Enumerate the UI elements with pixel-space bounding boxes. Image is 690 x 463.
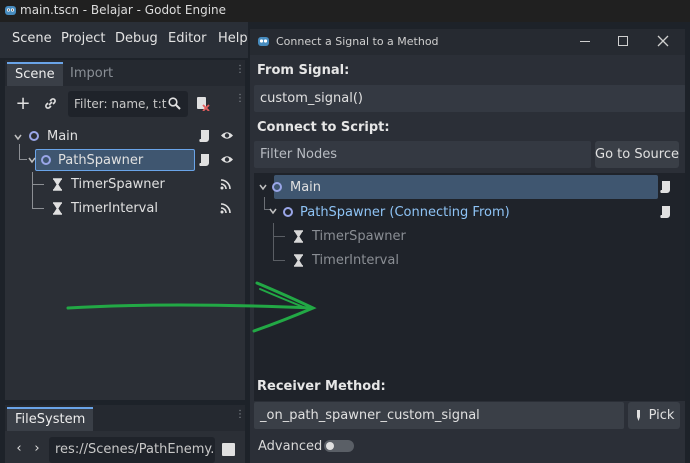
right-edge-strip (685, 29, 690, 463)
toggle-knob (326, 442, 334, 450)
dialog-titlebar: Connect a Signal to a Method (250, 29, 690, 55)
connect-tree-item-label: TimerInterval (312, 252, 399, 268)
dock-menu-kebab-icon[interactable]: ⋮ (235, 410, 245, 426)
filesystem-path-input[interactable]: res://Scenes/PathEnemy.gd (49, 437, 215, 463)
tab-filesystem[interactable]: FileSystem (7, 407, 94, 431)
scene-dock: Scene Import ⋮ + Filter: name, t:t ⋮ Mai… (5, 60, 245, 400)
menu-project[interactable]: Project (61, 31, 105, 46)
script-icon[interactable] (198, 129, 211, 143)
filesystem-dock: FileSystem ⋮ ‹ › res://Scenes/PathEnemy.… (5, 405, 245, 463)
minimize-icon[interactable] (580, 41, 590, 42)
menu-debug[interactable]: Debug (115, 31, 158, 46)
annotation-arrow-icon (66, 281, 317, 333)
pick-method-label: Pick (648, 408, 675, 423)
link-icon[interactable] (43, 96, 58, 111)
connect-tree-item-label: Main (290, 179, 322, 195)
back-arrow-icon[interactable]: ‹ (13, 439, 25, 457)
dock-menu-kebab-icon[interactable]: ⋮ (235, 65, 245, 81)
split-view-icon[interactable] (222, 443, 235, 456)
menu-editor[interactable]: Editor (168, 31, 206, 46)
filter-nodes-input[interactable]: Filter Nodes (254, 141, 591, 168)
filesystem-path: res://Scenes/PathEnemy.gd (55, 442, 215, 457)
scene-filter-placeholder: Filter: name, t:t (74, 97, 167, 111)
hourglass-icon (294, 229, 303, 243)
scene-tree-item-pathspawner[interactable]: PathSpawner (41, 148, 143, 172)
signal-icon[interactable] (220, 178, 232, 190)
window-title: main.tscn - Belajar - Godot Engine (20, 3, 227, 17)
dialog-title: Connect a Signal to a Method (276, 35, 439, 48)
tree-guide-line (32, 184, 44, 185)
pick-pen-icon (636, 409, 640, 421)
hourglass-icon (53, 177, 62, 191)
hourglass-icon (53, 201, 62, 215)
chevron-down-icon[interactable] (258, 182, 268, 192)
scene-tree-item-label: TimerInterval (71, 200, 158, 216)
signal-icon[interactable] (220, 202, 232, 214)
add-node-icon[interactable]: + (13, 93, 33, 114)
tree-guide-line (273, 236, 285, 237)
connect-tree-item-pathspawner[interactable]: PathSpawner (Connecting From) (283, 200, 510, 224)
tab-scene[interactable]: Scene (7, 62, 63, 86)
pick-method-button[interactable]: Pick (628, 402, 680, 429)
scene-tree-item-label: Main (47, 128, 79, 144)
menu-bar: Scene Project Debug Editor Help (0, 22, 248, 58)
scene-tree-item-label: PathSpawner (58, 152, 144, 168)
tree-guide-line (264, 197, 265, 209)
scene-tree: Main PathSpawner TimerSpawner TimerInter… (5, 124, 245, 394)
window-titlebar: main.tscn - Belajar - Godot Engine (0, 0, 690, 22)
connect-tree-item-label: TimerSpawner (312, 228, 406, 244)
go-to-source-button[interactable]: Go to Source (595, 141, 679, 168)
connect-signal-dialog: Connect a Signal to a Method From Signal… (250, 29, 690, 463)
node2d-circle-icon (272, 182, 282, 192)
tree-guide-line (32, 208, 44, 209)
script-icon (660, 181, 670, 193)
scene-tree-item-label: TimerSpawner (71, 176, 165, 192)
menu-scene[interactable]: Scene (12, 31, 52, 46)
tree-guide-line (273, 223, 274, 261)
scene-tree-item-timerinterval[interactable]: TimerInterval (52, 196, 158, 220)
connect-tree-item-label: PathSpawner (Connecting From) (300, 204, 510, 220)
tree-guide-line (32, 172, 33, 209)
node2d-circle-icon (41, 155, 51, 165)
scene-tree-item-timerspawner[interactable]: TimerSpawner (52, 172, 165, 196)
connect-tree-item-timerspawner: TimerSpawner (293, 224, 406, 248)
script-icon (660, 206, 670, 218)
attach-script-icon[interactable] (195, 96, 210, 111)
from-signal-value: custom_signal() (260, 91, 363, 106)
menu-help[interactable]: Help (218, 31, 248, 46)
connect-to-script-label: Connect to Script: (257, 120, 390, 135)
scene-tree-item-main[interactable]: Main (29, 124, 78, 148)
close-icon[interactable] (657, 35, 669, 47)
script-icon[interactable] (198, 153, 211, 167)
chevron-down-icon[interactable] (13, 132, 23, 142)
node2d-circle-icon (29, 131, 39, 141)
connect-tree-item-timerinterval: TimerInterval (293, 248, 399, 272)
hourglass-icon (294, 253, 303, 267)
receiver-method-label: Receiver Method: (257, 379, 386, 394)
godot-logo-icon (5, 6, 16, 15)
tab-import[interactable]: Import (70, 66, 113, 81)
tree-guide-line (19, 144, 20, 160)
advanced-label: Advanced (258, 439, 323, 454)
connect-tree-item-main[interactable]: Main (272, 175, 321, 199)
from-signal-field: custom_signal() (254, 85, 686, 112)
chevron-down-icon[interactable] (268, 206, 278, 216)
godot-logo-icon (258, 37, 269, 46)
from-signal-label: From Signal: (257, 63, 350, 78)
maximize-icon[interactable] (618, 36, 628, 46)
forward-arrow-icon[interactable]: › (31, 439, 43, 457)
receiver-method-value: _on_path_spawner_custom_signal (260, 408, 480, 423)
advanced-toggle[interactable] (324, 440, 354, 452)
receiver-method-input[interactable]: _on_path_spawner_custom_signal (254, 402, 624, 429)
scene-dock-kebab-icon[interactable]: ⋮ (235, 94, 245, 110)
visibility-eye-icon[interactable] (220, 130, 234, 141)
visibility-eye-icon[interactable] (220, 154, 234, 165)
tree-guide-line (273, 260, 285, 261)
chevron-down-icon[interactable] (27, 155, 37, 165)
tree-guide-line (19, 159, 27, 160)
filter-nodes-placeholder: Filter Nodes (260, 147, 338, 162)
node2d-circle-icon (283, 207, 293, 217)
connect-tree-selection (274, 175, 658, 199)
search-icon (168, 97, 181, 110)
